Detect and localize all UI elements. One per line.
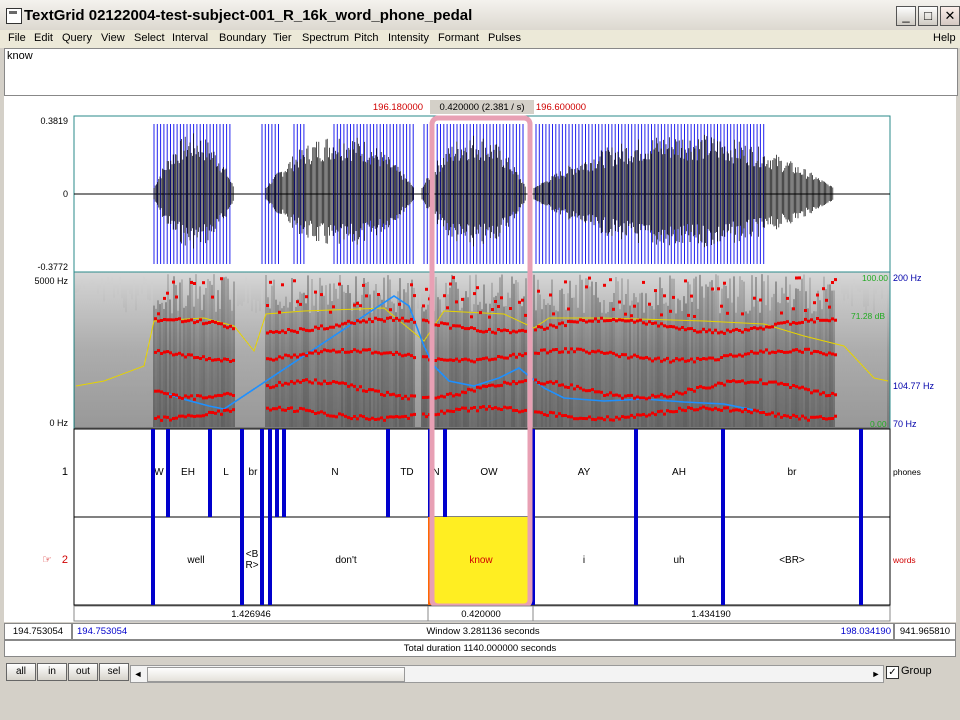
- menu-pulses[interactable]: Pulses: [488, 32, 521, 44]
- title-bar: TextGrid 02122004-test-subject-001_R_16k…: [0, 0, 960, 31]
- total-end-time[interactable]: 941.965810: [894, 623, 956, 640]
- menu-query[interactable]: Query: [62, 32, 92, 44]
- app-icon[interactable]: [6, 8, 22, 24]
- menu-tier[interactable]: Tier: [273, 32, 292, 44]
- phone-label: AY: [578, 467, 591, 478]
- zoom-out-button[interactable]: out: [68, 663, 98, 681]
- boundary-line[interactable]: [634, 429, 638, 605]
- selection-start-time: 196.180000: [373, 102, 423, 113]
- drawing-area[interactable]: 196.180000 0.420000 (2.381 / s) 196.6000…: [4, 96, 956, 622]
- window-length: Window 3.281136 seconds: [426, 626, 540, 637]
- waveform-ymin: -0.3772: [37, 262, 68, 272]
- interval-text-value: know: [7, 50, 33, 62]
- selection-duration: 0.420000 (2.381 / s): [439, 102, 524, 113]
- phone-label: N: [331, 467, 338, 478]
- word-label: uh: [673, 555, 684, 566]
- group-label: Group: [901, 665, 932, 677]
- word-label: i: [583, 555, 585, 566]
- boundary-line[interactable]: [240, 429, 244, 605]
- scroll-right-arrow-icon[interactable]: ►: [869, 666, 883, 682]
- phone-label: TD: [400, 467, 413, 478]
- boundary-line[interactable]: [443, 429, 447, 517]
- tier-1-name: phones: [893, 467, 921, 477]
- menu-boundary[interactable]: Boundary: [219, 32, 266, 44]
- zoom-all-button[interactable]: all: [6, 663, 36, 681]
- boundary-line[interactable]: [386, 429, 390, 517]
- menu-interval[interactable]: Interval: [172, 32, 208, 44]
- intensity-bottom-label: 0.00: [870, 419, 887, 429]
- word-label-br-bottom: R>: [245, 560, 258, 571]
- word-label-selected: know: [469, 555, 493, 566]
- tier-2-name: words: [892, 555, 916, 565]
- phone-label: br: [788, 467, 798, 478]
- selection-end-time: 196.600000: [536, 102, 586, 113]
- group-checkbox[interactable]: ✓: [886, 666, 899, 679]
- pitch-top-label: 200 Hz: [893, 273, 922, 283]
- total-start-time[interactable]: 194.753054: [4, 623, 72, 640]
- word-label: <BR>: [779, 555, 805, 566]
- word-label: well: [186, 555, 204, 566]
- menu-file[interactable]: File: [8, 32, 26, 44]
- interval-text-field[interactable]: know: [4, 48, 958, 96]
- duration-selected[interactable]: 0.420000: [461, 609, 501, 620]
- intensity-mid-label: 71.28 dB: [851, 311, 885, 321]
- intensity-top-label: 100.00: [862, 273, 888, 283]
- minimize-button[interactable]: _: [896, 6, 916, 26]
- waveform-yzero: 0: [63, 189, 68, 199]
- menu-pitch[interactable]: Pitch: [354, 32, 378, 44]
- boundary-line[interactable]: [268, 429, 272, 605]
- menu-intensity[interactable]: Intensity: [388, 32, 429, 44]
- maximize-button[interactable]: □: [918, 6, 938, 26]
- duration-right[interactable]: 1.434190: [691, 609, 731, 620]
- spectrogram-freq-bottom: 0 Hz: [49, 418, 68, 428]
- horizontal-scrollbar[interactable]: ◄ ►: [130, 665, 884, 683]
- boundary-line[interactable]: [721, 429, 725, 605]
- spectrogram-freq-top: 5000 Hz: [34, 276, 68, 286]
- boundary-line[interactable]: [859, 429, 863, 605]
- menu-formant[interactable]: Formant: [438, 32, 479, 44]
- menu-spectrum[interactable]: Spectrum: [302, 32, 349, 44]
- duration-left[interactable]: 1.426946: [231, 609, 271, 620]
- word-label-br-top: <B: [246, 549, 259, 560]
- phone-label: L: [223, 467, 229, 478]
- boundary-line[interactable]: [208, 429, 212, 517]
- menu-bar: File Edit Query View Select Interval Bou…: [0, 30, 960, 48]
- tier-2-marker: ☞: [42, 554, 52, 566]
- tier-1-number: 1: [62, 466, 68, 478]
- phone-label: EH: [181, 467, 195, 478]
- total-duration-bar[interactable]: Total duration 1140.000000 seconds: [4, 640, 956, 657]
- tier-2-number: 2: [62, 554, 68, 566]
- close-button[interactable]: ✕: [940, 6, 960, 26]
- phone-label: OW: [480, 467, 498, 478]
- menu-edit[interactable]: Edit: [34, 32, 53, 44]
- pitch-bottom-label: 70 Hz: [893, 419, 917, 429]
- visible-start-time: 194.753054: [77, 626, 128, 637]
- boundary-line[interactable]: [275, 429, 279, 517]
- visible-end-time: 198.034190: [840, 626, 891, 637]
- word-label: don't: [335, 555, 357, 566]
- boundary-line[interactable]: [260, 429, 264, 605]
- pitch-mid-label: 104.77 Hz: [893, 381, 935, 391]
- phone-label: W: [154, 467, 164, 478]
- boundary-line[interactable]: [151, 429, 155, 605]
- zoom-selection-button[interactable]: sel: [99, 663, 129, 681]
- scroll-thumb[interactable]: [147, 667, 405, 682]
- menu-view[interactable]: View: [101, 32, 125, 44]
- boundary-line[interactable]: [282, 429, 286, 517]
- menu-help[interactable]: Help: [933, 32, 956, 44]
- scroll-left-arrow-icon[interactable]: ◄: [131, 666, 145, 682]
- menu-select[interactable]: Select: [134, 32, 165, 44]
- phone-label: AH: [672, 467, 686, 478]
- boundary-line[interactable]: [166, 429, 170, 517]
- window-title: TextGrid 02122004-test-subject-001_R_16k…: [24, 7, 473, 24]
- window-bar[interactable]: 194.753054 Window 3.281136 seconds 198.0…: [72, 623, 894, 640]
- waveform-ymax: 0.3819: [40, 116, 68, 126]
- zoom-in-button[interactable]: in: [37, 663, 67, 681]
- phone-label: br: [249, 467, 259, 478]
